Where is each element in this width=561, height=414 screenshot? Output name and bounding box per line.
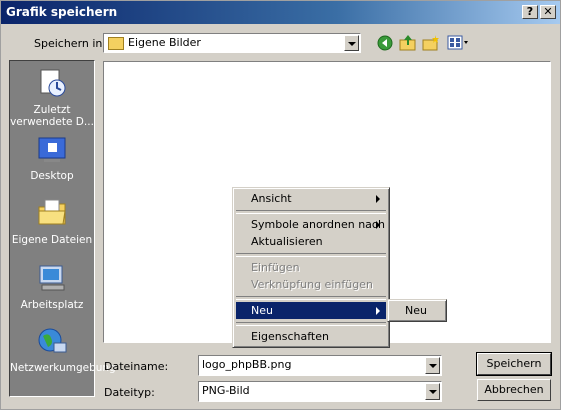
up-folder-icon[interactable] — [399, 34, 417, 52]
menu-separator — [236, 253, 386, 257]
place-recent-label: Zuletzt verwendete D... — [10, 104, 94, 128]
submenu-new: Neu — [387, 299, 447, 322]
place-network-label: Netzwerkumgebung — [10, 362, 116, 374]
context-menu: Ansicht Symbole anordnen nach Aktualisie… — [232, 187, 390, 348]
chevron-right-icon — [376, 307, 380, 315]
cancel-button[interactable]: Abbrechen — [477, 379, 551, 401]
menu-item-paste: Einfügen — [236, 259, 386, 276]
chevron-down-icon[interactable] — [425, 357, 440, 374]
menu-item-label: Einfügen — [251, 261, 300, 274]
menu-item-label: Aktualisieren — [251, 235, 323, 248]
place-network[interactable]: Netzwerkumgebung — [10, 325, 116, 374]
places-bar: Zuletzt verwendete D... Desktop Eigene D… — [9, 60, 116, 397]
save-in-dropdown[interactable]: Eigene Bilder — [103, 33, 361, 53]
title-bar[interactable]: Grafik speichern ? ✕ — [1, 1, 560, 24]
menu-separator — [236, 210, 386, 214]
menu-item-label: Neu — [405, 304, 427, 317]
menu-separator — [236, 322, 386, 326]
menu-separator — [236, 296, 386, 300]
chevron-right-icon — [376, 221, 380, 229]
place-my-documents-label: Eigene Dateien — [11, 234, 93, 246]
menu-item-properties[interactable]: Eigenschaften — [236, 328, 386, 345]
place-my-computer-label: Arbeitsplatz — [20, 299, 84, 311]
menu-item-paste-shortcut: Verknüpfung einfügen — [236, 276, 386, 293]
menu-item-label: Neu — [251, 304, 273, 317]
close-button[interactable]: ✕ — [540, 5, 556, 19]
menu-item-view[interactable]: Ansicht — [236, 190, 386, 207]
filetype-value: PNG-Bild — [202, 384, 250, 397]
place-recent[interactable]: Zuletzt verwendete D... — [10, 67, 94, 128]
save-in-label: Speichern in: — [34, 37, 107, 50]
menu-item-label: Verknüpfung einfügen — [251, 278, 373, 291]
desktop-icon — [38, 137, 66, 162]
filename-value: logo_phpBB.png — [202, 358, 292, 371]
help-button[interactable]: ? — [522, 5, 538, 19]
menu-item-arrange-icons[interactable]: Symbole anordnen nach — [236, 216, 386, 233]
window-title: Grafik speichern — [6, 5, 118, 19]
place-desktop[interactable]: Desktop — [10, 133, 94, 182]
save-button[interactable]: Speichern — [476, 352, 552, 376]
save-in-value: Eigene Bilder — [128, 36, 201, 49]
filetype-dropdown[interactable]: PNG-Bild — [198, 381, 442, 402]
menu-item-label: Eigenschaften — [251, 330, 329, 343]
chevron-down-icon[interactable] — [344, 35, 359, 51]
filetype-label: Dateityp: — [104, 386, 155, 399]
my-documents-icon — [38, 199, 66, 225]
save-dialog: Grafik speichern ? ✕ Speichern in: Eigen… — [0, 0, 561, 410]
chevron-down-icon[interactable] — [425, 383, 440, 400]
back-icon[interactable] — [377, 35, 393, 51]
filename-label: Dateiname: — [104, 360, 169, 373]
folder-icon — [108, 37, 124, 50]
place-desktop-label: Desktop — [30, 170, 74, 182]
network-places-icon — [38, 328, 67, 353]
view-menu-icon[interactable] — [447, 35, 471, 51]
menu-item-label: Symbole anordnen nach — [251, 218, 385, 231]
place-my-computer[interactable]: Arbeitsplatz — [10, 262, 94, 311]
menu-item-refresh[interactable]: Aktualisieren — [236, 233, 386, 250]
menu-item-new[interactable]: Neu — [236, 302, 386, 319]
my-computer-icon — [39, 265, 65, 291]
chevron-right-icon — [376, 195, 380, 203]
menu-item-label: Ansicht — [251, 192, 292, 205]
place-my-documents[interactable]: Eigene Dateien — [10, 197, 94, 246]
recent-documents-icon — [40, 69, 66, 97]
filename-field[interactable]: logo_phpBB.png — [198, 355, 442, 376]
new-folder-icon[interactable] — [422, 35, 440, 51]
submenu-item-new[interactable]: Neu — [391, 302, 443, 319]
